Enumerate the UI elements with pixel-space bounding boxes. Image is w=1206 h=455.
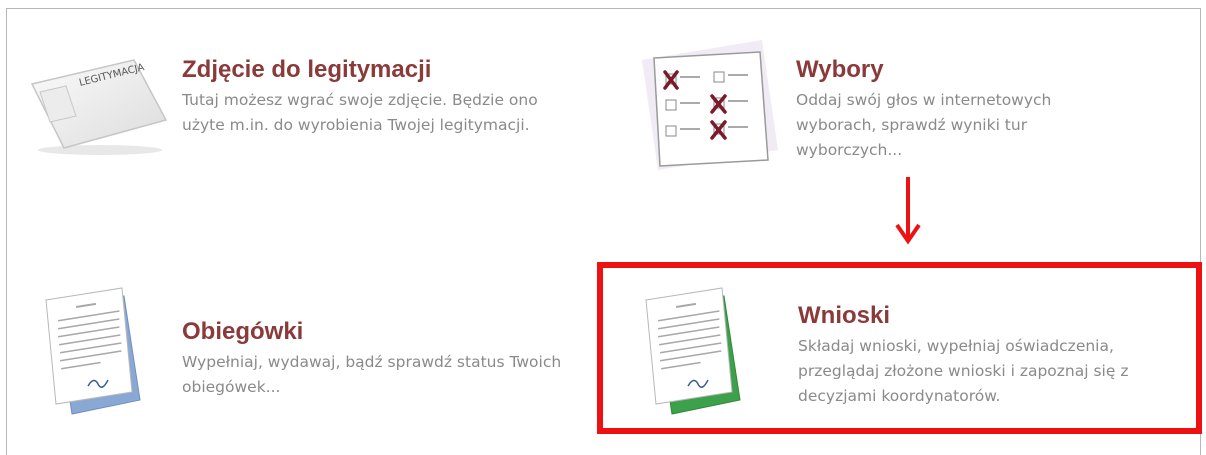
tile-obiegowki[interactable]: Obiegówki Wypełniaj, wydawaj, bądź spraw… <box>36 282 596 422</box>
tile-wybory[interactable]: Wybory Oddaj swój głos w internetowych w… <box>632 30 1192 180</box>
id-card-icon: LEGITYMACJA <box>28 52 170 166</box>
tile-legitymacja[interactable]: LEGITYMACJA Zdjęcie do legitymacji Tutaj… <box>28 52 588 182</box>
ballot-icon <box>632 30 782 184</box>
tile-description: Oddaj swój głos w internetowych wyborach… <box>796 91 1052 159</box>
tile-title[interactable]: Obiegówki <box>182 318 303 346</box>
tile-title[interactable]: Zdjęcie do legitymacji <box>182 56 431 84</box>
arrow-down-icon <box>895 177 921 249</box>
highlight-box <box>597 262 1202 434</box>
tile-title[interactable]: Wybory <box>796 56 884 84</box>
tile-description: Wypełniaj, wydawaj, bądź sprawdź status … <box>182 353 562 396</box>
document-icon <box>36 282 166 426</box>
tile-description: Tutaj możesz wgrać swoje zdjęcie. Będzie… <box>182 91 538 134</box>
